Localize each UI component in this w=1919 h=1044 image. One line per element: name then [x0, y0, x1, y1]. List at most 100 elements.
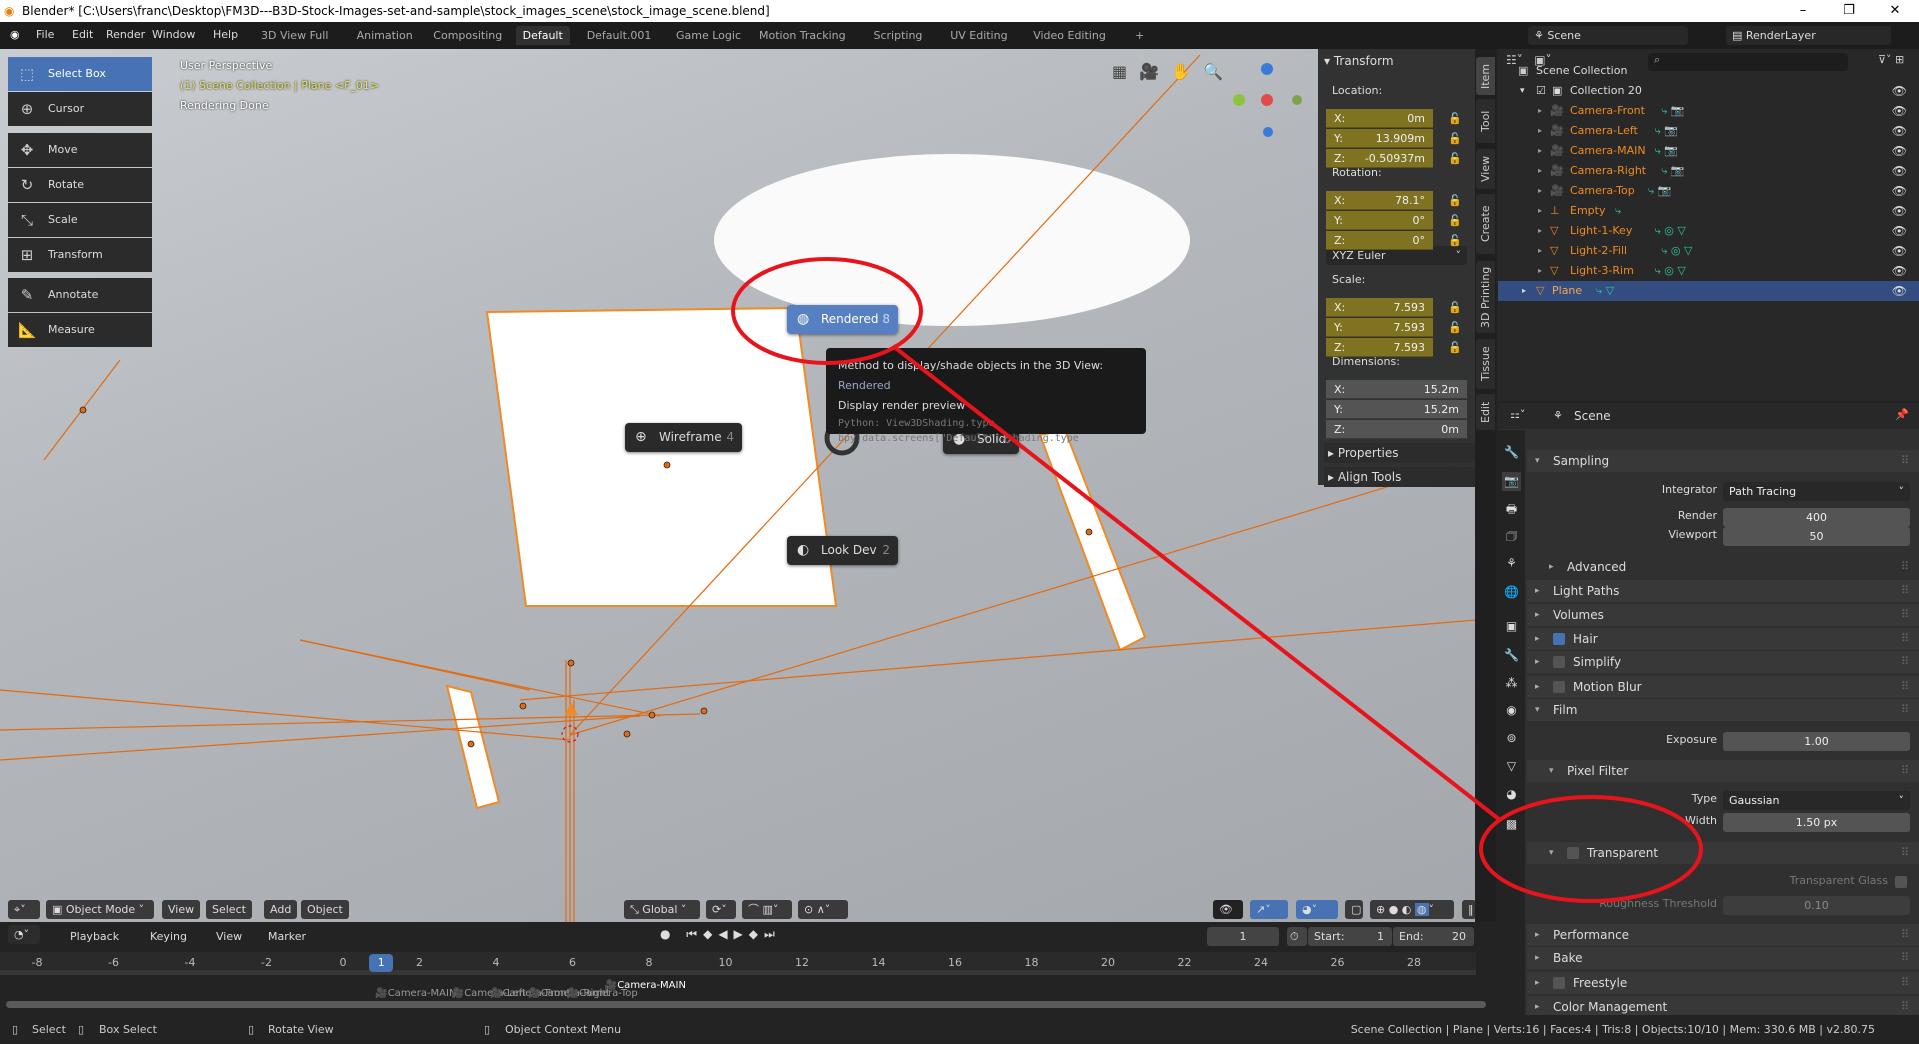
- expand-arrow-icon[interactable]: ▸: [1549, 556, 1554, 578]
- transparent-glass-checkbox[interactable]: [1895, 876, 1907, 888]
- expand-arrow-icon[interactable]: ▸: [1538, 181, 1542, 201]
- eye-icon[interactable]: 👁: [1892, 101, 1907, 121]
- drag-handle-icon[interactable]: ⠿: [1901, 651, 1909, 673]
- lock-icon[interactable]: 🔓: [1448, 132, 1462, 145]
- stopwatch-icon[interactable]: ⏱: [1287, 927, 1307, 946]
- sidebar-tab-tissue[interactable]: Tissue: [1476, 339, 1495, 389]
- sidebar-tab-tool[interactable]: Tool: [1476, 99, 1495, 143]
- tool-select-box[interactable]: ⬚ Select Box: [8, 57, 152, 91]
- panel-bake[interactable]: ▸ Bake ⠿: [1527, 947, 1919, 969]
- tool-rotate[interactable]: ↻ Rotate: [8, 168, 152, 202]
- scale-x-field[interactable]: X: 7.593: [1326, 298, 1433, 317]
- drag-handle-icon[interactable]: ⠿: [1901, 556, 1909, 578]
- current-frame-field[interactable]: 1: [1207, 927, 1279, 946]
- panel-film[interactable]: ▾ Film ⠿: [1527, 699, 1919, 721]
- sidebar-tab-item[interactable]: Item: [1476, 57, 1495, 95]
- pie-item-wireframe[interactable]: ⊕ Wireframe 4: [625, 423, 742, 452]
- tool-transform[interactable]: ⊞ Transform: [8, 238, 152, 272]
- panel-motion-blur[interactable]: ▸ Motion Blur ⠿: [1527, 676, 1919, 698]
- physics-icon[interactable]: ◉: [1502, 701, 1521, 720]
- start-frame-field[interactable]: Start: 1: [1308, 927, 1392, 946]
- drag-handle-icon[interactable]: ⠿: [1901, 604, 1909, 626]
- eye-icon[interactable]: 👁: [1892, 221, 1907, 241]
- tool-move[interactable]: ✥ Move: [8, 133, 152, 167]
- view-layer-selector[interactable]: ▤ RenderLayer: [1726, 26, 1891, 45]
- outliner-item[interactable]: ▸ 🎥 Camera-Left ⤷ 📷 👁: [1498, 121, 1919, 141]
- roughness-field[interactable]: 0.10: [1723, 896, 1910, 915]
- panel-sampling[interactable]: ▾ Sampling ⠿: [1527, 450, 1919, 472]
- sidebar-tab-create[interactable]: Create: [1476, 194, 1495, 254]
- outliner-item[interactable]: ▸ ▽ Light-1-Key ⤷ ◎ ▽ 👁: [1498, 221, 1919, 241]
- outliner-item[interactable]: ▸ 🎥 Camera-Right ⤷ 📷 👁: [1498, 161, 1919, 181]
- lock-icon[interactable]: 🔓: [1448, 234, 1462, 247]
- tool-scale[interactable]: ⤡ Scale: [8, 203, 152, 237]
- timeline-menu-playback[interactable]: Playback: [70, 930, 119, 943]
- location-y-field[interactable]: Y: 13.909m: [1326, 129, 1433, 148]
- texture-icon[interactable]: ▩: [1502, 815, 1521, 834]
- expand-arrow-icon[interactable]: ▸: [1522, 281, 1526, 301]
- expand-arrow-icon[interactable]: ▾: [1549, 760, 1554, 782]
- drag-handle-icon[interactable]: ⠿: [1901, 580, 1909, 602]
- tool-cursor[interactable]: ⊕ Cursor: [8, 92, 152, 126]
- expand-arrow-icon[interactable]: ▸: [1538, 161, 1542, 181]
- timeline-editor-type[interactable]: ◔˅: [8, 925, 40, 944]
- tab-motion-tracking[interactable]: Motion Tracking: [752, 26, 853, 45]
- expand-arrow-icon[interactable]: ▾: [1535, 450, 1540, 472]
- menu-view[interactable]: View: [162, 900, 201, 919]
- blender-menu-icon[interactable]: ◉: [10, 28, 20, 41]
- pie-item-look-dev[interactable]: ◐ Look Dev 2: [787, 536, 898, 565]
- snap-toggle[interactable]: ⌒ ▥˅: [742, 900, 792, 919]
- menu-add[interactable]: Add: [264, 900, 298, 919]
- eye-icon[interactable]: 👁: [1892, 281, 1907, 301]
- outliner-collection-20[interactable]: ▾ ☑ ▣ Collection 20 👁: [1498, 81, 1919, 101]
- sidebar-tab-edit[interactable]: Edit: [1476, 394, 1495, 430]
- outliner-item[interactable]: ▸ 🎥 Camera-Front ⤷ 📷 👁: [1498, 101, 1919, 121]
- panel-volumes[interactable]: ▸ Volumes ⠿: [1527, 604, 1919, 626]
- xray-toggle[interactable]: ▢: [1345, 900, 1363, 919]
- drag-handle-icon[interactable]: ⠿: [1901, 947, 1909, 969]
- outliner-item[interactable]: ▸ 🎥 Camera-Top ⤷ 📷 👁: [1498, 181, 1919, 201]
- expand-arrow-icon[interactable]: ▸: [1538, 101, 1542, 121]
- timeline-menu-view[interactable]: View: [216, 930, 242, 943]
- transform-header[interactable]: ▾ Transform: [1324, 54, 1394, 68]
- dimensions-x-field[interactable]: X: 15.2m: [1326, 380, 1467, 399]
- tab-default[interactable]: Default: [515, 26, 570, 45]
- constraint-icon[interactable]: ⊚: [1502, 729, 1521, 748]
- location-z-field[interactable]: Z: -0.50937m: [1326, 149, 1433, 168]
- pivot-selector[interactable]: ⟳˅: [706, 900, 736, 919]
- view-layer-icon[interactable]: 🗇: [1502, 527, 1521, 546]
- lock-icon[interactable]: 🔓: [1448, 321, 1462, 334]
- outliner-item-plane[interactable]: ▸ ▽ Plane ⤷ ▽ 👁: [1498, 281, 1919, 301]
- drag-handle-icon[interactable]: ⠿: [1901, 450, 1909, 472]
- expand-arrow-icon[interactable]: ▸: [1538, 201, 1542, 221]
- eye-icon[interactable]: 👁: [1892, 121, 1907, 141]
- timeline-menu-keying[interactable]: Keying: [150, 930, 187, 943]
- dimensions-y-field[interactable]: Y: 15.2m: [1326, 400, 1467, 419]
- tool-annotate[interactable]: ✎ Annotate: [8, 278, 152, 312]
- exposure-field[interactable]: 1.00: [1723, 732, 1910, 751]
- dimensions-z-field[interactable]: Z: 0m: [1326, 420, 1467, 439]
- outliner-item[interactable]: ▸ 🎥 Camera-MAIN ⤷ 📷 👁: [1498, 141, 1919, 161]
- object-icon[interactable]: ▣: [1502, 617, 1521, 636]
- checkbox[interactable]: [1553, 681, 1565, 693]
- scene-selector[interactable]: ⚘ Scene: [1528, 26, 1688, 45]
- world-icon[interactable]: 🌐: [1502, 583, 1521, 602]
- expand-arrow-icon[interactable]: ▾: [1535, 699, 1540, 721]
- sidebar-tab-3d-printing[interactable]: 3D Printing: [1476, 261, 1495, 333]
- data-icon[interactable]: ▽: [1502, 757, 1521, 776]
- checkbox-icon[interactable]: ☑: [1536, 81, 1546, 101]
- menu-render[interactable]: Render: [106, 28, 145, 41]
- expand-arrow-icon[interactable]: ▸: [1535, 676, 1540, 698]
- eye-icon[interactable]: 👁: [1892, 81, 1907, 101]
- scale-z-field[interactable]: Z: 7.593: [1326, 338, 1433, 357]
- end-frame-field[interactable]: End: 20: [1393, 927, 1474, 946]
- tab-game-logic[interactable]: Game Logic: [669, 26, 748, 45]
- rotation-x-field[interactable]: X: 78.1°: [1326, 191, 1433, 210]
- width-field[interactable]: 1.50 px: [1723, 813, 1910, 832]
- output-icon[interactable]: 🖶: [1502, 500, 1521, 519]
- tool-measure[interactable]: 📐 Measure: [8, 313, 152, 347]
- panel-simplify[interactable]: ▸ Simplify ⠿: [1527, 651, 1919, 673]
- align-tools-subpanel[interactable]: ▸ Align Tools: [1324, 467, 1475, 487]
- timeline-marker[interactable]: 🎥Camera-MAIN: [375, 988, 456, 999]
- tab-animation[interactable]: Animation: [350, 26, 420, 45]
